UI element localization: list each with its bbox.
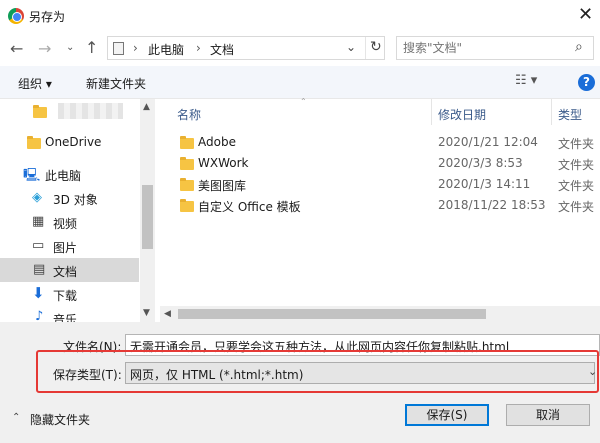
sidebar-item-label: OneDrive (45, 135, 102, 149)
file-date: 2018/11/22 18:53 (438, 198, 546, 212)
folder-icon (180, 136, 194, 149)
close-icon[interactable]: ✕ (578, 4, 593, 25)
file-type: 文件夹 (558, 158, 595, 172)
folder-icon (180, 178, 194, 191)
file-date: 2020/3/3 8:53 (438, 156, 523, 170)
filetype-select[interactable]: 网页，仅 HTML (*.html;*.htm) (125, 362, 595, 384)
address-dropdown-icon[interactable]: ⌄ (346, 40, 356, 54)
sidebar-item-pictures[interactable]: ▭ 图片 (0, 234, 139, 258)
sidebar-item-downloads[interactable]: ⬇ 下载 (0, 282, 139, 306)
sort-ascending-icon: ⌃ (300, 97, 307, 106)
sidebar-item-label: 下载 (53, 289, 78, 303)
file-type: 文件夹 (558, 137, 595, 151)
sidebar-item-videos[interactable]: ▦ 视频 (0, 210, 139, 234)
picture-icon: ▭ (32, 238, 45, 253)
sidebar-item-onedrive[interactable]: OneDrive (0, 130, 139, 154)
file-row[interactable]: 自定义 Office 模板 2018/11/22 18:53 文件夹 (160, 195, 600, 216)
film-icon: ▦ (32, 214, 45, 229)
breadcrumb-separator: › (196, 41, 201, 55)
sidebar-item-label: 文档 (53, 265, 78, 279)
file-name: WXWork (198, 156, 249, 170)
sidebar-item-this-pc[interactable]: 🖳 此电脑 (0, 162, 139, 186)
file-name: 美图图库 (198, 179, 247, 193)
navigation-pane: OneDrive 🖳 此电脑 ◈ 3D 对象 ▦ 视频 ▭ 图片 ▤ 文档 ⬇ … (0, 99, 155, 322)
up-arrow-icon[interactable]: ↑ (85, 38, 98, 57)
file-date: 2020/1/3 14:11 (438, 177, 531, 191)
breadcrumb-this-pc[interactable]: 此电脑 (148, 41, 184, 58)
scroll-left-icon[interactable]: ◀ (164, 309, 171, 319)
file-row[interactable]: Adobe 2020/1/21 12:04 文件夹 (160, 132, 600, 153)
chrome-icon (8, 8, 24, 24)
file-type: 文件夹 (558, 200, 595, 214)
music-note-icon: ♪ (35, 309, 44, 322)
column-divider[interactable] (551, 99, 552, 125)
chevron-down-icon[interactable]: ⌄ (588, 365, 597, 378)
horizontal-scrollbar[interactable]: ◀ (160, 306, 600, 322)
download-arrow-icon: ⬇ (32, 284, 45, 302)
title-bar: 另存为 ✕ (0, 0, 600, 32)
sidebar-item-music[interactable]: ♪ 音乐 (0, 306, 139, 322)
window-title: 另存为 (29, 10, 66, 24)
scrollbar-thumb[interactable] (178, 309, 486, 319)
search-icon[interactable]: ⌕ (575, 39, 583, 55)
document-icon: ▤ (33, 262, 46, 277)
recent-locations-chevron-icon[interactable]: ⌄ (66, 42, 74, 53)
organize-button[interactable]: 组织 ▾ (18, 75, 52, 92)
chevron-up-icon[interactable]: ⌃ (12, 412, 20, 423)
help-icon[interactable]: ? (578, 74, 595, 91)
sidebar-item-label: 此电脑 (45, 169, 82, 183)
file-date: 2020/1/21 12:04 (438, 135, 538, 149)
navigation-scrollbar[interactable]: ▲ ▼ (140, 99, 155, 322)
file-name: Adobe (198, 135, 236, 149)
sidebar-item-documents[interactable]: ▤ 文档 (0, 258, 139, 282)
view-options-icon[interactable]: ☷ ▾ (515, 73, 537, 88)
refresh-icon[interactable]: ↻ (370, 39, 382, 55)
search-box[interactable]: ⌕ (396, 36, 594, 60)
forward-arrow-icon[interactable]: → (38, 39, 51, 58)
sidebar-item-label: 3D 对象 (53, 193, 98, 207)
save-button[interactable]: 保存(S) (405, 404, 489, 426)
column-header-type[interactable]: 类型 (558, 106, 582, 132)
folder-icon (180, 157, 194, 170)
folder-icon (27, 136, 41, 149)
command-bar: 组织 ▾ 新建文件夹 ☷ ▾ (0, 66, 600, 99)
back-arrow-icon[interactable]: ← (10, 39, 23, 58)
column-header-name[interactable]: 名称 (177, 106, 201, 132)
computer-icon: 🖳 (23, 168, 41, 183)
sidebar-item-quick-access[interactable] (0, 99, 139, 123)
file-type: 文件夹 (558, 179, 595, 193)
cancel-button[interactable]: 取消 (506, 404, 590, 426)
new-folder-button[interactable]: 新建文件夹 (86, 75, 146, 92)
folder-icon (33, 105, 47, 118)
redacted-label (58, 103, 123, 119)
file-row[interactable]: WXWork 2020/3/3 8:53 文件夹 (160, 153, 600, 174)
sidebar-item-label: 音乐 (53, 313, 78, 322)
file-row[interactable]: 美图图库 2020/1/3 14:11 文件夹 (160, 174, 600, 195)
search-input[interactable] (403, 40, 563, 56)
scroll-up-icon[interactable]: ▲ (143, 102, 150, 112)
column-header-date[interactable]: 修改日期 (438, 106, 486, 132)
breadcrumb-documents[interactable]: 文档 (210, 41, 234, 58)
filetype-label: 保存类型(T): (53, 368, 122, 382)
sidebar-item-3d-objects[interactable]: ◈ 3D 对象 (0, 186, 139, 210)
sidebar-item-label: 视频 (53, 217, 78, 231)
hide-folders-button[interactable]: 隐藏文件夹 (30, 411, 90, 428)
folder-icon (180, 199, 194, 212)
file-name: 自定义 Office 模板 (198, 200, 301, 214)
cube-icon: ◈ (32, 190, 42, 205)
breadcrumb-separator: › (133, 41, 138, 55)
sidebar-item-label: 图片 (53, 241, 78, 255)
scroll-down-icon[interactable]: ▼ (143, 308, 150, 318)
column-divider[interactable] (431, 99, 432, 125)
scrollbar-thumb[interactable] (142, 185, 153, 249)
address-bar[interactable]: › 此电脑 › 文档 ⌄ ↻ (107, 36, 385, 60)
divider (365, 37, 366, 59)
document-location-icon (113, 42, 124, 55)
